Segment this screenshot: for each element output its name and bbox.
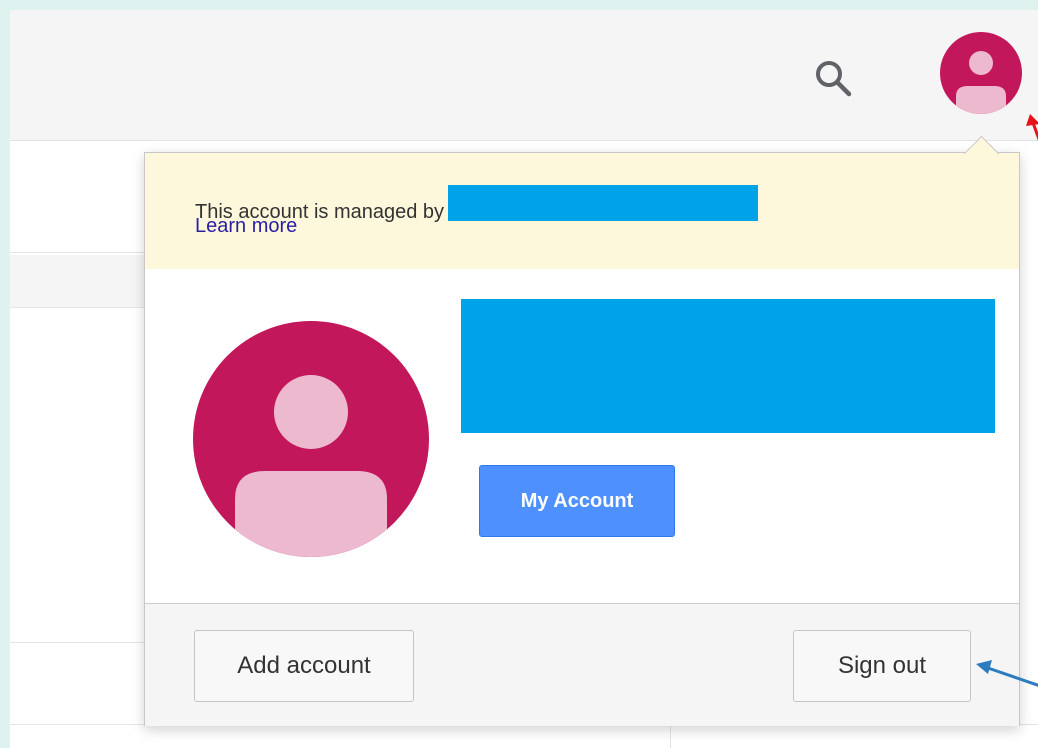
background-column-divider	[670, 725, 671, 748]
search-icon[interactable]	[810, 55, 858, 103]
annotation-arrow-red	[1026, 114, 1038, 141]
account-avatar-button[interactable]	[940, 32, 1022, 114]
managed-account-banner: This account is managed by Learn more	[145, 153, 1019, 269]
popup-footer: Add account Sign out	[145, 603, 1019, 726]
profile-avatar	[193, 321, 429, 557]
background-divider	[10, 642, 150, 643]
top-bar	[10, 10, 1038, 141]
account-avatar-icon	[940, 32, 1022, 114]
redacted-account-name	[461, 299, 995, 433]
redacted-organization	[448, 185, 759, 221]
sign-out-button[interactable]: Sign out	[793, 630, 971, 702]
learn-more-link[interactable]: Learn more	[195, 215, 297, 238]
my-account-button[interactable]: My Account	[479, 465, 675, 537]
app-window: This account is managed by Learn more My…	[10, 10, 1038, 748]
annotation-arrow-blue	[976, 660, 1038, 687]
background-divider	[10, 252, 150, 253]
add-account-button[interactable]: Add account	[194, 630, 414, 702]
account-popup: This account is managed by Learn more My…	[144, 135, 1020, 726]
profile-avatar-icon	[193, 321, 429, 557]
background-header-row	[10, 255, 150, 308]
